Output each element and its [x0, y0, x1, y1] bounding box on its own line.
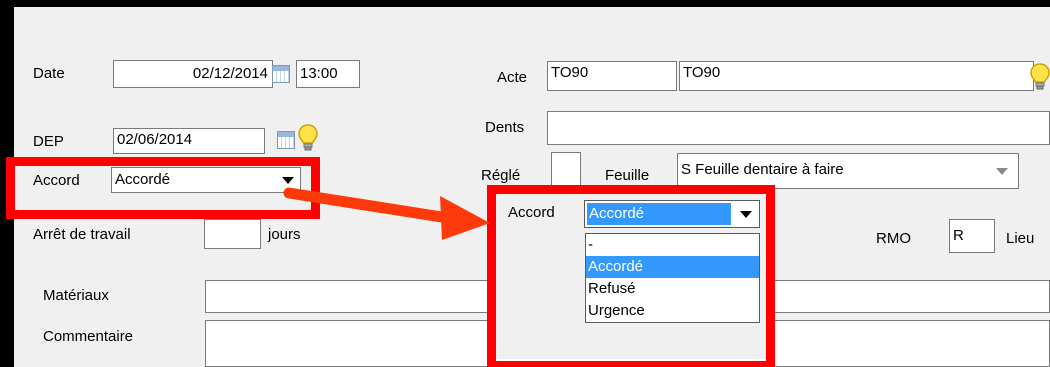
annotation-arrow — [283, 187, 490, 240]
